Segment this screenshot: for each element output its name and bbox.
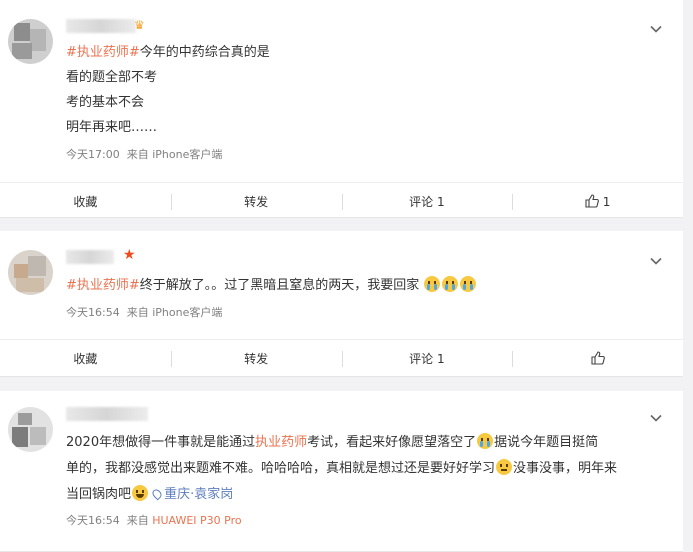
avatar[interactable]: [8, 407, 53, 452]
post-meta: 今天16:54 来自 iPhone客户端: [66, 306, 223, 319]
comment-button[interactable]: 评论 1: [341, 340, 513, 377]
thumbs-up-icon: [585, 185, 599, 223]
hashtag-link[interactable]: #执业药师#: [66, 45, 140, 60]
avatar[interactable]: [8, 19, 53, 64]
star-icon: ★: [123, 247, 136, 263]
thumbs-up-icon: [591, 342, 605, 380]
comment-button[interactable]: 评论 1: [341, 183, 513, 220]
chevron-down-icon[interactable]: [649, 411, 663, 425]
post-text-line: 2020年想做得一件事就是能通过执业药师考试，看起来好像愿望落空了 据说今年题目挺…: [66, 433, 599, 450]
repost-button[interactable]: 转发: [170, 340, 342, 377]
location-link[interactable]: 重庆·袁家岗: [150, 487, 233, 502]
post-text-line: #执业药师#终于解放了。。过了黑暗且窒息的两天，我要回家: [66, 274, 477, 297]
avatar[interactable]: [8, 250, 53, 295]
username[interactable]: [66, 250, 114, 264]
post-text-line: 单的，我都没感觉出来题难不难。哈哈哈哈，真相就是想过还是要好好学习 没事没事，明年…: [66, 459, 618, 476]
location-pin-icon: [150, 487, 164, 501]
like-button[interactable]: [512, 340, 683, 377]
post-text-line: 考的基本不会: [66, 95, 145, 110]
post-time[interactable]: 今天17:00: [66, 148, 120, 161]
post-card: ★ #执业药师#终于解放了。。过了黑暗且窒息的两天，我要回家 今天16:54 来…: [0, 231, 683, 377]
post-card: ♛ #执业药师#今年的中药综合真的是 看的题全部不考 考的基本不会 明年再来吧……: [0, 0, 683, 218]
chevron-down-icon[interactable]: [649, 254, 663, 268]
crying-emoji-icon: [424, 276, 441, 292]
post-card: 2020年想做得一件事就是能通过执业药师考试，看起来好像愿望落空了 据说今年题目挺…: [0, 391, 683, 552]
favorite-button[interactable]: 收藏: [0, 340, 171, 377]
post-text-line: #执业药师#今年的中药综合真的是: [66, 45, 270, 60]
favorite-button[interactable]: 收藏: [0, 183, 171, 220]
post-time[interactable]: 今天16:54: [66, 514, 120, 527]
laughing-emoji-icon: [132, 485, 149, 501]
like-button[interactable]: 1: [512, 183, 683, 220]
action-bar: 收藏 转发 评论 1 1: [0, 182, 683, 220]
crying-emoji-icon: [477, 433, 494, 449]
embarrassed-emoji-icon: [496, 459, 513, 475]
username[interactable]: [66, 19, 136, 33]
chevron-down-icon[interactable]: [649, 22, 663, 36]
post-source[interactable]: iPhone客户端: [152, 306, 222, 319]
hashtag-link[interactable]: 执业药师: [255, 435, 307, 450]
post-text-line: 当回锅肉吧 重庆·袁家岗: [66, 485, 234, 502]
hashtag-link[interactable]: #执业药师#: [66, 278, 140, 293]
username[interactable]: [66, 407, 148, 421]
post-meta: 今天17:00 来自 iPhone客户端: [66, 148, 223, 161]
crying-emoji-icon: [460, 276, 477, 292]
post-text-line: 明年再来吧……: [66, 120, 158, 135]
action-bar: 收藏 转发 评论 1: [0, 339, 683, 377]
post-meta: 今天16:54 来自 HUAWEI P30 Pro: [66, 514, 242, 527]
repost-button[interactable]: 转发: [170, 183, 342, 220]
crying-emoji-icon: [442, 276, 459, 292]
post-source[interactable]: HUAWEI P30 Pro: [152, 514, 241, 527]
post-time[interactable]: 今天16:54: [66, 306, 120, 319]
post-source[interactable]: iPhone客户端: [152, 148, 222, 161]
post-text-line: 看的题全部不考: [66, 70, 158, 85]
crown-icon: ♛: [134, 18, 145, 32]
